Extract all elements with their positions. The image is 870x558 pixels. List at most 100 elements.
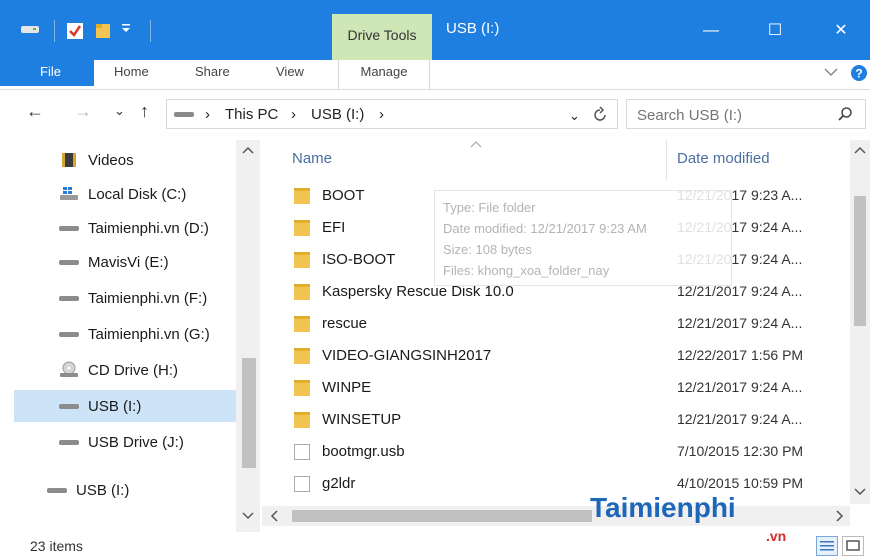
nav-scroll-thumb[interactable]	[242, 358, 256, 468]
nav-item-label: USB Drive (J:)	[88, 433, 184, 451]
column-divider[interactable]	[666, 140, 667, 180]
scroll-down-icon[interactable]	[242, 512, 254, 520]
file-row[interactable]: bootmgr.usb 7/10/2015 12:30 PM	[294, 436, 834, 468]
minimize-button[interactable]: —	[688, 16, 734, 46]
status-bar: 23 items	[0, 532, 870, 558]
nav-item-usb-drive-j[interactable]: USB Drive (J:)	[14, 426, 236, 458]
file-name: WINPE	[322, 379, 372, 396]
breadcrumb-separator[interactable]: ›	[379, 106, 384, 123]
title-bar: Drive Tools USB (I:) — ☐ ✕	[0, 0, 870, 60]
help-icon[interactable]: ?	[850, 64, 868, 82]
nav-item-mavisvi-e[interactable]: MavisVi (E:)	[14, 246, 236, 278]
scroll-up-icon[interactable]	[242, 146, 254, 154]
nav-item-taimienphi-f[interactable]: Taimienphi.vn (F:)	[14, 282, 236, 314]
column-header-date-modified[interactable]: Date modified	[677, 150, 770, 167]
breadcrumb-separator[interactable]: ›	[205, 106, 210, 123]
column-header-name[interactable]: Name	[292, 150, 332, 167]
usb-drive-icon	[59, 440, 79, 445]
customize-quick-access-button[interactable]	[120, 22, 132, 34]
address-bar[interactable]: › This PC › USB (I:) › ⌄	[166, 99, 618, 129]
nav-item-label: Taimienphi.vn (D:)	[88, 219, 209, 237]
forward-button[interactable]: →	[74, 101, 92, 122]
breadcrumb-usb[interactable]: USB (I:)	[311, 106, 364, 123]
maximize-button[interactable]: ☐	[752, 16, 798, 46]
nav-item-label: MavisVi (E:)	[88, 253, 169, 271]
file-icon	[294, 444, 310, 460]
usb-drive-icon	[47, 488, 67, 493]
nav-item-taimienphi-g[interactable]: Taimienphi.vn (G:)	[14, 318, 236, 350]
tab-share[interactable]: Share	[195, 60, 230, 90]
properties-quick-button[interactable]	[66, 22, 84, 40]
nav-item-cd-drive-h[interactable]: CD Drive (H:)	[14, 354, 236, 386]
file-list-vertical-scrollbar[interactable]	[850, 140, 870, 504]
scroll-left-icon[interactable]	[270, 510, 278, 522]
ribbon-tab-bar: Home Share View Manage ?	[0, 60, 870, 90]
drive-icon	[59, 296, 79, 301]
nav-item-usb-i-root[interactable]: USB (I:)	[2, 474, 224, 506]
scroll-down-icon[interactable]	[854, 488, 866, 496]
drive-tools-context-tab[interactable]: Drive Tools	[332, 14, 432, 60]
vertical-scroll-thumb[interactable]	[854, 196, 866, 326]
tab-home[interactable]: Home	[114, 60, 149, 90]
nav-item-label: Taimienphi.vn (G:)	[88, 325, 210, 343]
file-row[interactable]: VIDEO-GIANGSINH2017 12/22/2017 1:56 PM	[294, 340, 834, 372]
expand-ribbon-icon[interactable]	[824, 67, 838, 77]
tooltip-size: Size: 108 bytes	[443, 242, 532, 257]
up-button[interactable]: ↑	[140, 101, 149, 122]
search-box[interactable]	[626, 99, 866, 129]
nav-item-label: USB (I:)	[88, 397, 142, 415]
file-name: EFI	[322, 219, 346, 236]
dropdown-arrow-icon	[122, 24, 130, 32]
videos-folder-icon	[62, 153, 76, 167]
nav-item-taimienphi-d[interactable]: Taimienphi.vn (D:)	[14, 212, 236, 244]
search-input[interactable]	[637, 105, 817, 125]
file-row[interactable]: WINPE 12/21/2017 9:24 A...	[294, 372, 834, 404]
scroll-up-icon[interactable]	[854, 146, 866, 154]
nav-item-local-disk-c[interactable]: Local Disk (C:)	[14, 178, 236, 210]
details-view-icon	[820, 541, 834, 551]
folder-icon	[294, 316, 310, 332]
nav-item-videos[interactable]: Videos	[14, 144, 236, 176]
drive-icon	[21, 26, 39, 33]
close-button[interactable]: ✕	[818, 16, 864, 46]
folder-icon	[294, 380, 310, 396]
forward-arrow-icon: →	[74, 101, 92, 121]
file-row[interactable]: rescue 12/21/2017 9:24 A...	[294, 308, 834, 340]
file-name: rescue	[322, 315, 368, 332]
nav-pane-scrollbar[interactable]	[236, 140, 260, 532]
details-view-button[interactable]	[816, 536, 838, 556]
recent-locations-button[interactable]: ⌄	[114, 103, 125, 119]
scroll-right-icon[interactable]	[836, 510, 844, 522]
nav-item-usb-i[interactable]: USB (I:)	[14, 390, 236, 422]
address-dropdown-icon[interactable]: ⌄	[569, 108, 580, 124]
large-icons-view-button[interactable]	[842, 536, 864, 556]
usb-drive-icon	[59, 404, 79, 409]
nav-item-label: CD Drive (H:)	[88, 361, 178, 379]
refresh-icon[interactable]	[591, 106, 609, 124]
tooltip-date-modified: Date modified: 12/21/2017 9:23 AM	[443, 221, 647, 236]
drive-icon	[59, 332, 79, 337]
horizontal-scroll-thumb[interactable]	[292, 510, 592, 522]
new-folder-quick-button[interactable]	[94, 22, 112, 40]
breadcrumb-this-pc[interactable]: This PC	[225, 106, 278, 123]
minimize-icon: —	[703, 22, 719, 39]
sort-arrow-icon	[470, 141, 482, 148]
drive-icon	[59, 260, 79, 265]
watermark-logo: Taimienphi	[590, 492, 736, 523]
file-row[interactable]: WINSETUP 12/21/2017 9:24 A...	[294, 404, 834, 436]
up-arrow-icon: ↑	[140, 101, 149, 121]
back-arrow-icon: ←	[26, 101, 44, 121]
drive-icon	[59, 226, 79, 231]
file-date: 12/21/2017 9:24 A...	[677, 315, 803, 331]
breadcrumb-separator[interactable]: ›	[291, 106, 296, 123]
search-icon[interactable]	[837, 106, 853, 122]
tab-view[interactable]: View	[276, 60, 304, 90]
back-button[interactable]: ←	[26, 101, 44, 122]
file-name: WINSETUP	[322, 411, 402, 428]
file-row[interactable]: g2ldr 4/10/2015 10:59 PM	[294, 468, 834, 500]
close-icon: ✕	[834, 22, 848, 39]
tab-file[interactable]: File	[0, 60, 94, 86]
folder-icon	[294, 348, 310, 364]
tab-manage[interactable]: Manage	[338, 60, 430, 90]
file-list-horizontal-scrollbar[interactable]	[262, 506, 850, 526]
